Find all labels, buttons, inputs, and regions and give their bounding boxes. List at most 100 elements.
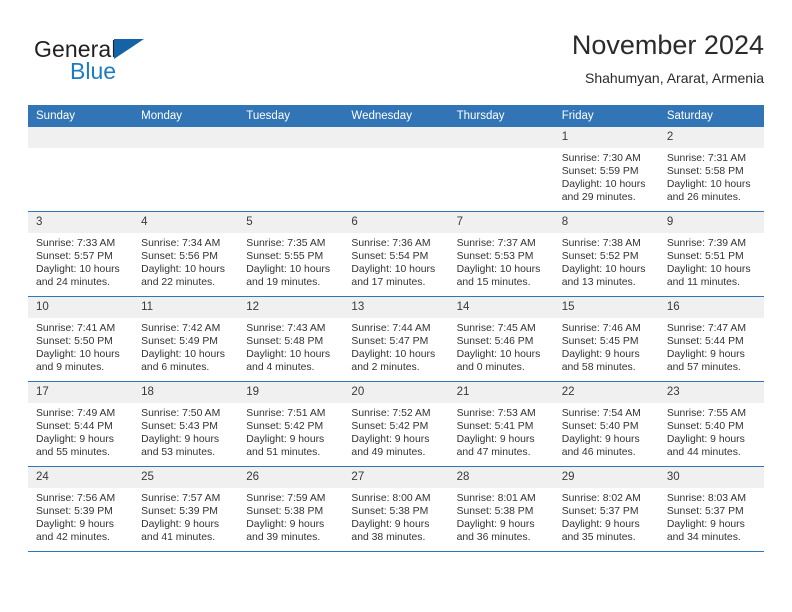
sunset-text: Sunset: 5:50 PM [36, 336, 113, 348]
day-details: Sunrise: 7:41 AM Sunset: 5:50 PM Daylight:… [28, 318, 133, 374]
sunset-text: Sunset: 5:49 PM [141, 336, 218, 348]
daylight-text-line2: and 9 minutes. [36, 362, 105, 374]
day-details: Sunrise: 7:53 AM Sunset: 5:41 PM Daylight:… [449, 403, 554, 459]
daylight-text-line2: and 13 minutes. [561, 277, 636, 289]
day-details: Sunrise: 8:02 AM Sunset: 5:37 PM Daylight:… [554, 488, 659, 544]
calendar-day-cell[interactable]: 16 Sunrise: 7:47 AM Sunset: 5:44 PM Dayligh… [658, 296, 764, 382]
daylight-text-line2: and 58 minutes. [561, 362, 636, 374]
calendar-day-cell[interactable]: 24 Sunrise: 7:56 AM Sunset: 5:39 PM Dayligh… [28, 466, 134, 552]
calendar-day-cell[interactable]: 14 Sunrise: 7:45 AM Sunset: 5:46 PM Dayligh… [448, 296, 554, 382]
day-number: 15 [553, 297, 659, 318]
sunset-text: Sunset: 5:59 PM [561, 166, 639, 178]
sunrise-text: Sunrise: 7:43 AM [246, 323, 326, 334]
day-details: Sunrise: 7:38 AM Sunset: 5:52 PM Daylight:… [554, 233, 659, 289]
calendar-day-cell[interactable]: 21 Sunrise: 7:53 AM Sunset: 5:41 PM Dayligh… [448, 381, 554, 467]
day-details: Sunrise: 7:46 AM Sunset: 5:45 PM Daylight:… [554, 318, 659, 374]
calendar-day-cell[interactable]: 30 Sunrise: 8:03 AM Sunset: 5:37 PM Dayligh… [658, 466, 764, 552]
daylight-text-line2: and 4 minutes. [246, 362, 315, 374]
calendar-day-cell[interactable]: 6 Sunrise: 7:36 AM Sunset: 5:54 PM Daylight… [343, 211, 449, 297]
sunset-text: Sunset: 5:57 PM [36, 251, 113, 263]
calendar-day-cell[interactable]: 9 Sunrise: 7:39 AM Sunset: 5:51 PM Daylight… [658, 211, 764, 297]
sunrise-text: Sunrise: 7:52 AM [351, 408, 431, 419]
sunset-text: Sunset: 5:42 PM [351, 421, 429, 433]
day-details: Sunrise: 7:45 AM Sunset: 5:46 PM Daylight:… [449, 318, 554, 374]
sunrise-text: Sunrise: 7:38 AM [561, 238, 641, 249]
sunrise-text: Sunrise: 7:47 AM [666, 323, 746, 334]
sunrise-text: Sunrise: 7:54 AM [561, 408, 641, 419]
calendar-day-cell[interactable]: 18 Sunrise: 7:50 AM Sunset: 5:43 PM Dayligh… [133, 381, 239, 467]
calendar-day-cell[interactable]: 7 Sunrise: 7:37 AM Sunset: 5:53 PM Daylight… [448, 211, 554, 297]
sunset-text: Sunset: 5:37 PM [561, 506, 639, 518]
daylight-text-line1: Daylight: 9 hours [561, 434, 640, 446]
calendar-day-cell[interactable]: 26 Sunrise: 7:59 AM Sunset: 5:38 PM Dayligh… [238, 466, 344, 552]
calendar-day-cell[interactable]: 27 Sunrise: 8:00 AM Sunset: 5:38 PM Dayligh… [343, 466, 449, 552]
calendar-day-cell[interactable]: 8 Sunrise: 7:38 AM Sunset: 5:52 PM Daylight… [553, 211, 659, 297]
daylight-text-line1: Daylight: 9 hours [351, 434, 430, 446]
sunset-text: Sunset: 5:56 PM [141, 251, 218, 263]
daylight-text-line1: Daylight: 10 hours [666, 179, 751, 191]
page-title: November 2024 [571, 30, 764, 60]
calendar-day-cell[interactable]: 3 Sunrise: 7:33 AM Sunset: 5:57 PM Daylight… [28, 211, 134, 297]
calendar-day-cell[interactable]: 15 Sunrise: 7:46 AM Sunset: 5:45 PM Dayligh… [553, 296, 659, 382]
day-details: Sunrise: 7:47 AM Sunset: 5:44 PM Daylight:… [659, 318, 764, 374]
sunrise-text: Sunrise: 7:51 AM [246, 408, 326, 419]
calendar-day-cell[interactable]: 23 Sunrise: 7:55 AM Sunset: 5:40 PM Dayligh… [658, 381, 764, 467]
sunrise-text: Sunrise: 7:55 AM [666, 408, 746, 419]
calendar-day-cell[interactable]: 5 Sunrise: 7:35 AM Sunset: 5:55 PM Daylight… [238, 211, 344, 297]
day-details: Sunrise: 8:01 AM Sunset: 5:38 PM Daylight:… [449, 488, 554, 544]
calendar-day-cell[interactable]: 25 Sunrise: 7:57 AM Sunset: 5:39 PM Dayligh… [133, 466, 239, 552]
day-details: Sunrise: 7:44 AM Sunset: 5:47 PM Daylight:… [343, 318, 448, 374]
calendar-day-cell[interactable]: 2 Sunrise: 7:31 AM Sunset: 5:58 PM Daylight… [658, 127, 764, 212]
calendar-day-cell[interactable]: 13 Sunrise: 7:44 AM Sunset: 5:47 PM Dayligh… [343, 296, 449, 382]
sunrise-text: Sunrise: 7:46 AM [561, 323, 641, 334]
sunrise-text: Sunrise: 8:01 AM [456, 493, 536, 504]
daylight-text-line1: Daylight: 10 hours [561, 179, 646, 191]
daylight-text-line1: Daylight: 9 hours [246, 434, 325, 446]
calendar-day-cell[interactable]: 10 Sunrise: 7:41 AM Sunset: 5:50 PM Dayligh… [28, 296, 134, 382]
sunrise-text: Sunrise: 7:41 AM [36, 323, 116, 334]
calendar-week-row: 17 Sunrise: 7:49 AM Sunset: 5:44 PM Dayligh… [28, 381, 764, 467]
day-number: 20 [343, 382, 449, 403]
day-number: 14 [448, 297, 554, 318]
sunset-text: Sunset: 5:41 PM [456, 421, 534, 433]
daylight-text-line2: and 36 minutes. [456, 532, 531, 544]
calendar-day-cell[interactable]: 28 Sunrise: 8:01 AM Sunset: 5:38 PM Dayligh… [448, 466, 554, 552]
daylight-text-line2: and 55 minutes. [36, 447, 110, 459]
daylight-text-line2: and 11 minutes. [666, 277, 741, 289]
calendar-day-cell[interactable]: 29 Sunrise: 8:02 AM Sunset: 5:37 PM Dayligh… [553, 466, 659, 552]
day-number: 3 [28, 212, 134, 233]
daylight-text-line1: Daylight: 9 hours [36, 519, 114, 531]
daylight-text-line2: and 15 minutes. [456, 277, 531, 289]
calendar-day-cell[interactable]: 17 Sunrise: 7:49 AM Sunset: 5:44 PM Dayligh… [28, 381, 134, 467]
daylight-text-line1: Daylight: 10 hours [246, 264, 331, 276]
sunset-text: Sunset: 5:58 PM [666, 166, 744, 178]
calendar-day-cell[interactable]: 11 Sunrise: 7:42 AM Sunset: 5:49 PM Dayligh… [133, 296, 239, 382]
day-number [448, 127, 554, 148]
sunrise-text: Sunrise: 7:59 AM [246, 493, 326, 504]
daylight-text-line1: Daylight: 10 hours [351, 264, 436, 276]
calendar-day-cell[interactable]: 19 Sunrise: 7:51 AM Sunset: 5:42 PM Dayligh… [238, 381, 344, 467]
day-details: Sunrise: 7:57 AM Sunset: 5:39 PM Daylight:… [133, 488, 238, 544]
sunrise-text: Sunrise: 7:53 AM [456, 408, 536, 419]
sunset-text: Sunset: 5:40 PM [561, 421, 639, 433]
sunset-text: Sunset: 5:44 PM [36, 421, 113, 433]
day-number: 1 [553, 127, 659, 148]
day-details: Sunrise: 7:43 AM Sunset: 5:48 PM Daylight:… [238, 318, 343, 374]
brand-logo[interactable]: General Blue [34, 36, 214, 92]
sunrise-text: Sunrise: 7:57 AM [141, 493, 221, 504]
sunrise-text: Sunrise: 7:33 AM [36, 238, 116, 249]
calendar-day-cell[interactable]: 20 Sunrise: 7:52 AM Sunset: 5:42 PM Dayligh… [343, 381, 449, 467]
calendar-day-cell[interactable]: 4 Sunrise: 7:34 AM Sunset: 5:56 PM Daylight… [133, 211, 239, 297]
sunset-text: Sunset: 5:38 PM [246, 506, 324, 518]
day-number: 26 [238, 467, 344, 488]
daylight-text-line2: and 46 minutes. [561, 447, 636, 459]
daylight-text-line1: Daylight: 9 hours [561, 519, 640, 531]
calendar-day-cell[interactable]: 22 Sunrise: 7:54 AM Sunset: 5:40 PM Dayligh… [553, 381, 659, 467]
calendar-day-cell[interactable]: 12 Sunrise: 7:43 AM Sunset: 5:48 PM Dayligh… [238, 296, 344, 382]
sunrise-text: Sunrise: 8:00 AM [351, 493, 431, 504]
calendar-day-cell[interactable]: 1 Sunrise: 7:30 AM Sunset: 5:59 PM Daylight… [553, 127, 659, 212]
triangle-logo-icon [114, 39, 144, 59]
page-subtitle: Shahumyan, Ararat, Armenia [585, 70, 764, 86]
day-details: Sunrise: 7:56 AM Sunset: 5:39 PM Daylight:… [28, 488, 133, 544]
sunrise-text: Sunrise: 7:36 AM [351, 238, 431, 249]
